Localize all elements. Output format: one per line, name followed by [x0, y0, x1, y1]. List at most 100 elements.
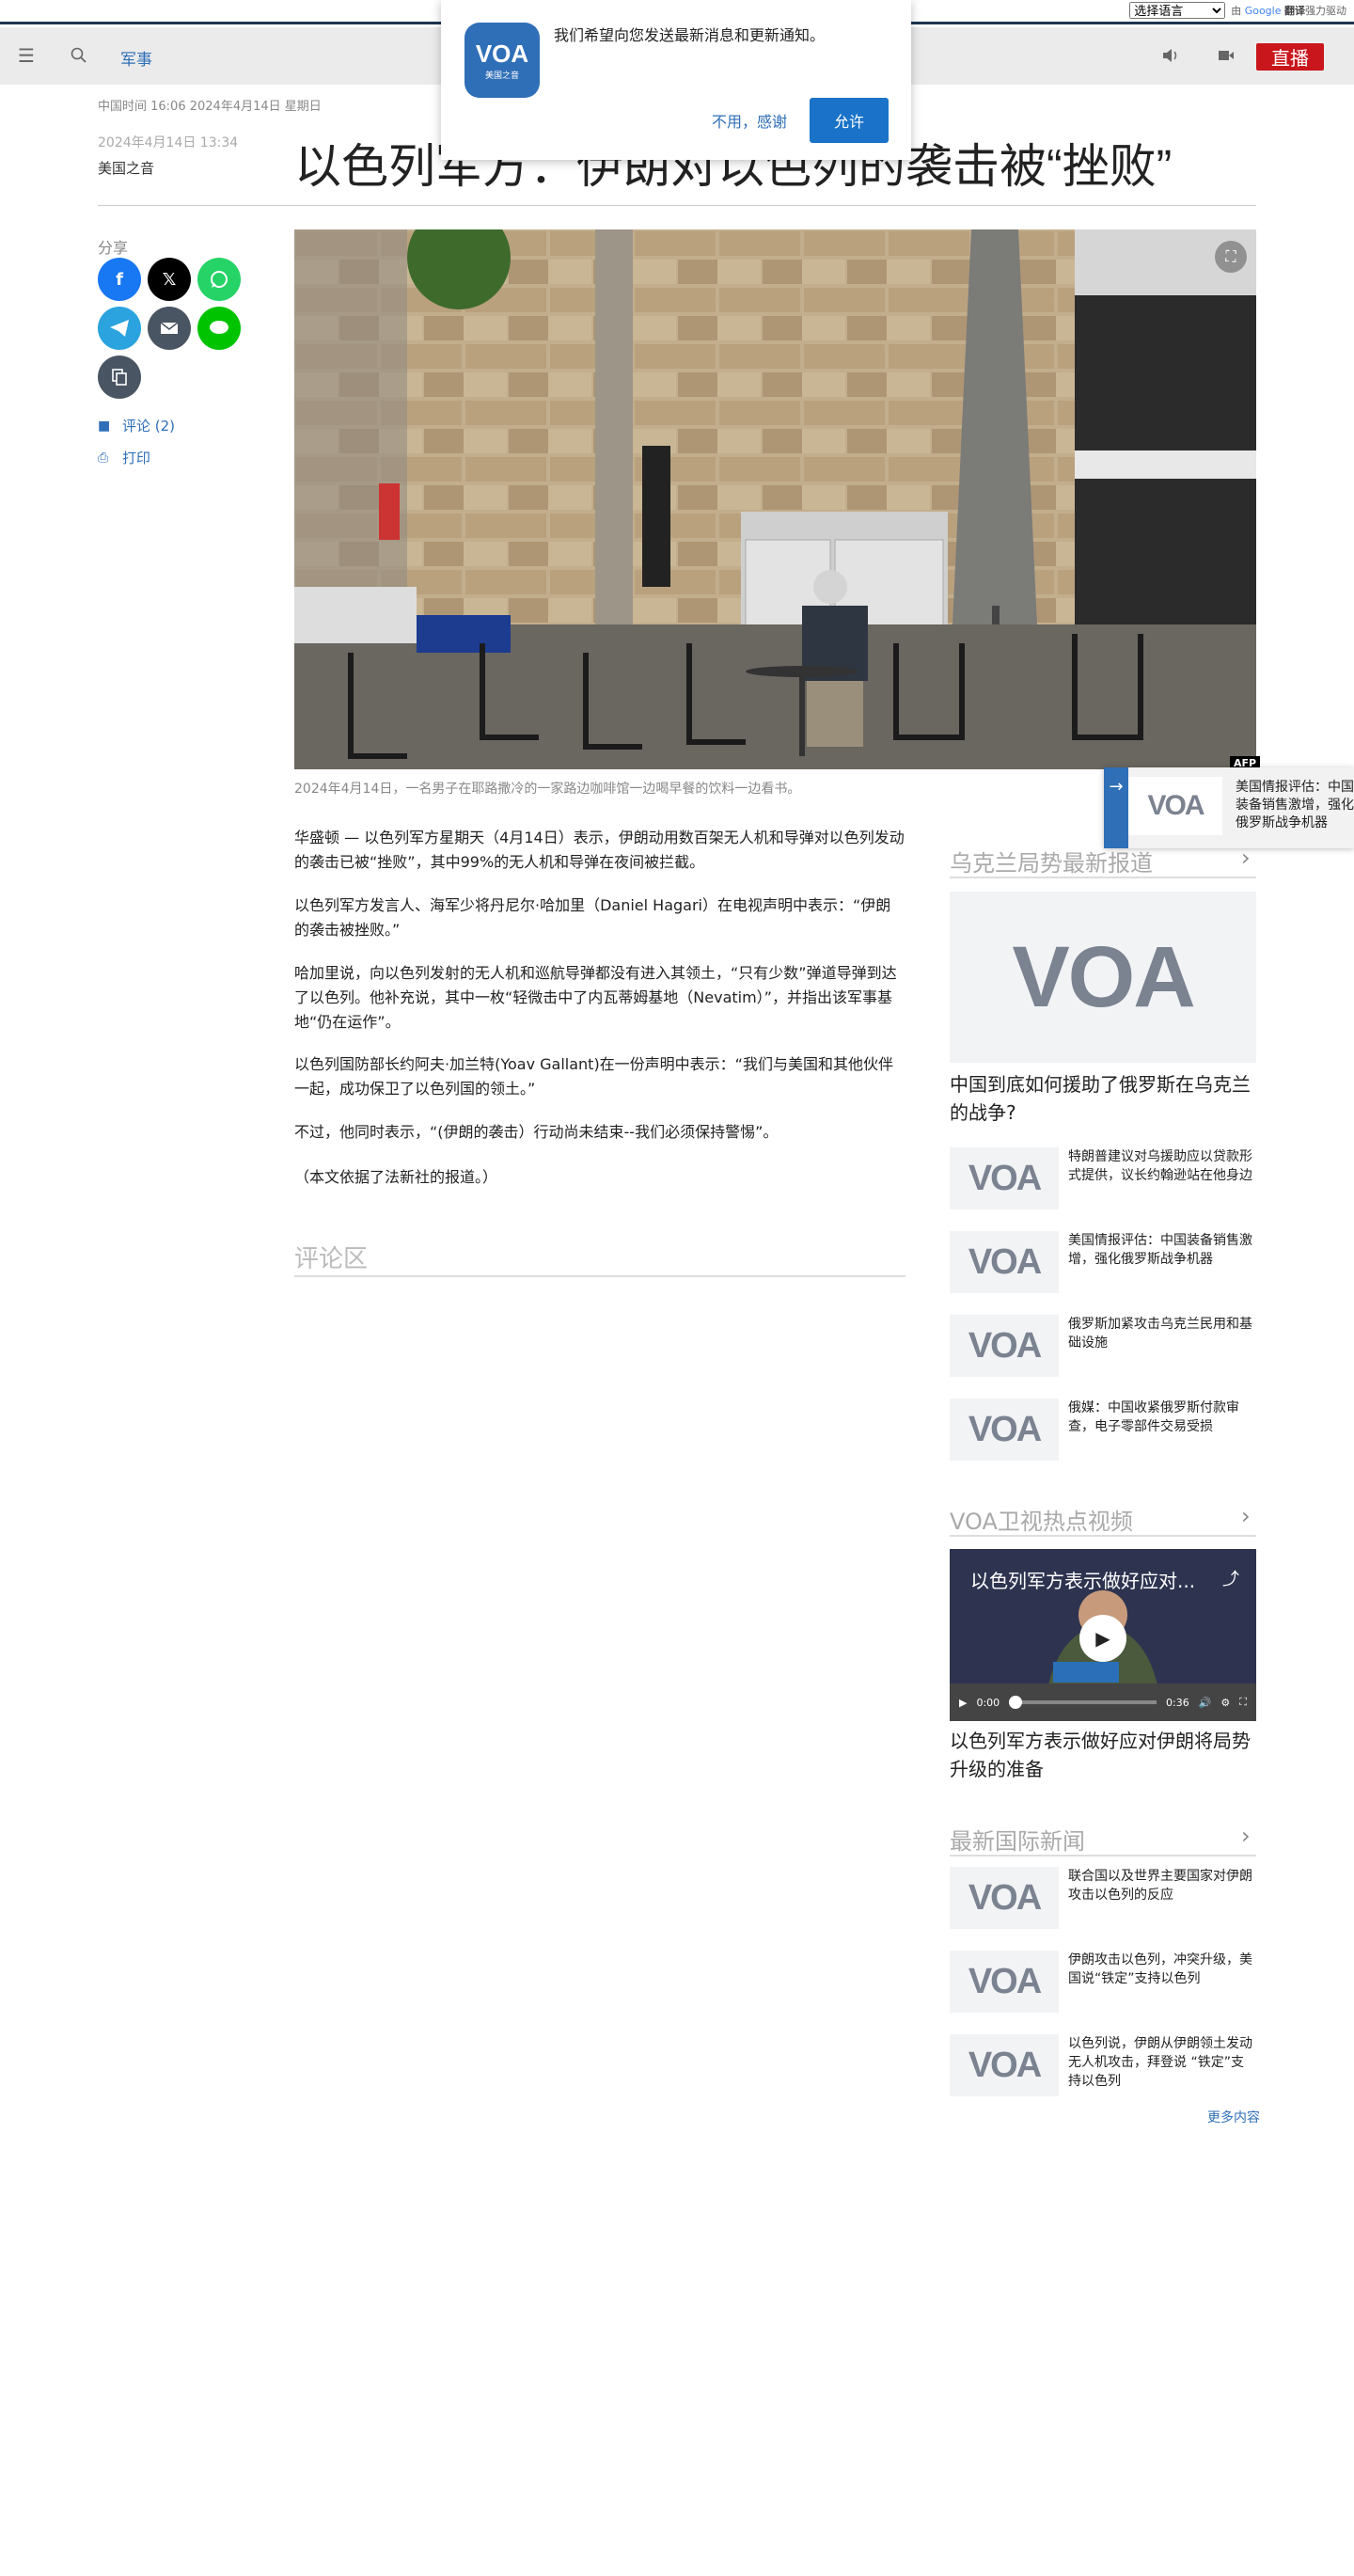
- story-title: 俄罗斯加紧攻击乌克兰民用和基础设施: [1068, 1317, 1252, 1351]
- next-story-toast[interactable]: → VOA 美国情报评估：中国装备销售激增，强化俄罗斯战争机器: [1104, 767, 1354, 848]
- settings-icon[interactable]: ⚙: [1220, 1697, 1230, 1709]
- video-camera-icon[interactable]: [1215, 44, 1237, 67]
- duration: 0:36: [1166, 1696, 1189, 1709]
- story-thumbnail: VOA: [950, 2034, 1059, 2096]
- allow-button[interactable]: 允许: [810, 98, 889, 143]
- facebook-icon: f: [116, 269, 123, 290]
- intl-section-heading[interactable]: 最新国际新闻 ›: [950, 1823, 1256, 1856]
- google-translate-widget: 选择语言 由 Google 翻译强力驱动: [1129, 2, 1346, 19]
- story-thumbnail: VOA: [950, 1399, 1059, 1461]
- section-link-military[interactable]: 军事: [120, 46, 152, 70]
- list-item[interactable]: VOA 特朗普建议对乌援助应以贷款形式提供，议长约翰逊站在他身边: [950, 1147, 1256, 1209]
- video-controls: ▶ 0:00 0:36 🔊 ⚙ ⛶: [950, 1683, 1256, 1721]
- current-time: 0:00: [976, 1696, 1000, 1709]
- video-player[interactable]: 以色列军方表示做好应对... ⤴ ▶ ▶ 0:00 0:36 🔊 ⚙ ⛶: [950, 1549, 1256, 1721]
- x-icon: 𝕏: [162, 269, 177, 290]
- toast-thumbnail: VOA: [1128, 777, 1222, 835]
- chevron-right-icon: ›: [1241, 845, 1251, 871]
- share-icon[interactable]: ⤴: [1222, 1566, 1239, 1590]
- story-title: 联合国以及世界主要国家对伊朗攻击以色列的反应: [1068, 1869, 1252, 1903]
- email-icon: [160, 322, 179, 334]
- article-paragraph: 以色列军方发言人、海军少将丹尼尔·哈加里（Daniel Hagari）在电视声明…: [294, 896, 891, 939]
- story-thumbnail: VOA: [950, 1315, 1059, 1377]
- story-thumbnail: VOA: [950, 1867, 1059, 1929]
- toast-title: 美国情报评估：中国装备销售激增，强化俄罗斯战争机器: [1236, 780, 1354, 830]
- whatsapp-icon: [211, 271, 228, 288]
- share-label: 分享: [98, 239, 129, 257]
- cafe-scene-illustration: [294, 229, 1256, 769]
- speaker-icon[interactable]: [1159, 44, 1182, 67]
- article-paragraph: 哈加里说，向以色列发射的无人机和巡航导弹都没有进入其领土，“只有少数”弹道导弹到…: [294, 964, 897, 1031]
- voa-app-icon: VOA 美国之音: [464, 23, 540, 98]
- video-story-title[interactable]: 以色列军方表示做好应对伊朗将局势升级的准备: [950, 1727, 1256, 1783]
- chevron-right-icon: ›: [1241, 1823, 1251, 1849]
- print-link[interactable]: ⎙ 打印: [98, 448, 150, 467]
- ukraine-section-heading[interactable]: 乌克兰局势最新报道 ›: [950, 845, 1256, 877]
- expand-icon[interactable]: ⛶: [1215, 241, 1247, 273]
- seek-knob[interactable]: [1009, 1696, 1023, 1709]
- article-paragraph: 华盛顿 — 以色列军方星期天（4月14日）表示，伊朗动用数百架无人机和导弹对以色…: [294, 829, 905, 871]
- live-button[interactable]: 直播: [1256, 43, 1324, 71]
- list-item[interactable]: VOA 俄罗斯加紧攻击乌克兰民用和基础设施: [950, 1315, 1256, 1377]
- article-paragraph: （本文依据了法新社的报道。）: [294, 1168, 498, 1186]
- deny-button[interactable]: 不用，感谢: [697, 98, 802, 143]
- article-paragraph: 以色列国防部长约阿夫·加兰特(Yoav Gallant)在一份声明中表示：“我们…: [294, 1055, 893, 1098]
- divider: [950, 1535, 1256, 1537]
- search-icon[interactable]: [68, 44, 90, 67]
- x-share-button[interactable]: 𝕏: [148, 258, 191, 301]
- story-thumbnail: VOA: [950, 1231, 1059, 1293]
- translate-powered-by: 由 Google 翻译强力驱动: [1231, 5, 1346, 17]
- hero-photo: ⛶: [294, 229, 1256, 769]
- telegram-share-button[interactable]: [98, 307, 141, 350]
- language-select[interactable]: 选择语言: [1129, 2, 1226, 19]
- publish-date: 2024年4月14日 13:34: [98, 135, 239, 150]
- dateline: 中国时间 16:06 2024年4月14日 星期日: [98, 100, 322, 114]
- seek-bar[interactable]: [1009, 1696, 1157, 1709]
- story-thumbnail: VOA: [950, 1147, 1059, 1209]
- story-title: 伊朗攻击以色列，冲突升级，美国说“铁定”支持以色列: [1068, 1952, 1252, 1986]
- divider: [98, 205, 1256, 206]
- list-item[interactable]: VOA 俄媒：中国收紧俄罗斯付款审查，电子零部件交易受损: [950, 1399, 1256, 1461]
- featured-thumbnail[interactable]: VOA: [950, 892, 1256, 1063]
- whatsapp-share-button[interactable]: [197, 258, 241, 301]
- divider: [294, 1275, 905, 1277]
- author: 美国之音: [98, 160, 155, 177]
- notification-permission-dialog: VOA 美国之音 我们希望向您发送最新消息和更新通知。 不用，感谢 允许: [441, 0, 911, 160]
- list-item[interactable]: VOA 美国情报评估：中国装备销售激增，强化俄罗斯战争机器: [950, 1231, 1256, 1293]
- telegram-icon: [110, 320, 129, 337]
- comment-icon: ■: [98, 418, 111, 434]
- facebook-share-button[interactable]: f: [98, 258, 141, 301]
- divider: [950, 1855, 1256, 1857]
- story-title: 美国情报评估：中国装备销售激增，强化俄罗斯战争机器: [1068, 1233, 1252, 1267]
- divider: [950, 877, 1256, 878]
- video-section-heading[interactable]: VOA卫视热点视频 ›: [950, 1503, 1256, 1536]
- line-icon: [210, 321, 228, 334]
- line-share-button[interactable]: [197, 307, 241, 350]
- copy-icon: [112, 369, 127, 386]
- play-button-icon[interactable]: ▶: [959, 1697, 967, 1709]
- arrow-right-icon: →: [1104, 767, 1128, 848]
- copy-link-button[interactable]: [98, 356, 141, 399]
- comments-link[interactable]: ■ 评论 (2): [98, 416, 175, 435]
- story-title: 以色列说，伊朗从伊朗领土发动无人机攻击，拜登说 “铁定”支持以色列: [1068, 2036, 1252, 2089]
- fullscreen-icon[interactable]: ⛶: [1239, 1696, 1247, 1709]
- play-icon[interactable]: ▶: [1079, 1615, 1126, 1662]
- chevron-right-icon: ›: [1241, 1503, 1251, 1529]
- list-item[interactable]: VOA 伊朗攻击以色列，冲突升级，美国说“铁定”支持以色列: [950, 1951, 1256, 2013]
- list-item[interactable]: VOA 以色列说，伊朗从伊朗领土发动无人机攻击，拜登说 “铁定”支持以色列: [950, 2034, 1256, 2096]
- story-thumbnail: VOA: [950, 1951, 1059, 2013]
- printer-icon: ⎙: [98, 450, 109, 466]
- menu-icon[interactable]: ☰: [15, 44, 38, 67]
- dialog-message: 我们希望向您发送最新消息和更新通知。: [554, 26, 826, 44]
- story-title: 俄媒：中国收紧俄罗斯付款审查，电子零部件交易受损: [1068, 1400, 1239, 1434]
- list-item[interactable]: VOA 联合国以及世界主要国家对伊朗攻击以色列的反应: [950, 1867, 1256, 1929]
- featured-story-title[interactable]: 中国到底如何援助了俄罗斯在乌克兰的战争?: [950, 1070, 1256, 1127]
- volume-icon[interactable]: 🔊: [1199, 1697, 1212, 1709]
- email-share-button[interactable]: [148, 307, 191, 350]
- comments-heading: 评论区: [294, 1245, 369, 1273]
- article-paragraph: 不过，他同时表示，“(伊朗的袭击）行动尚未结束--我们必须保持警惕”。: [294, 1123, 779, 1141]
- photo-caption: 2024年4月14日，一名男子在耶路撒冷的一家路边咖啡馆一边喝早餐的饮料一边看书…: [294, 782, 801, 797]
- story-title: 特朗普建议对乌援助应以贷款形式提供，议长约翰逊站在他身边: [1068, 1149, 1252, 1183]
- video-overlay-title: 以色列军方表示做好应对...: [970, 1570, 1196, 1592]
- more-content-link[interactable]: 更多内容: [1207, 2108, 1260, 2126]
